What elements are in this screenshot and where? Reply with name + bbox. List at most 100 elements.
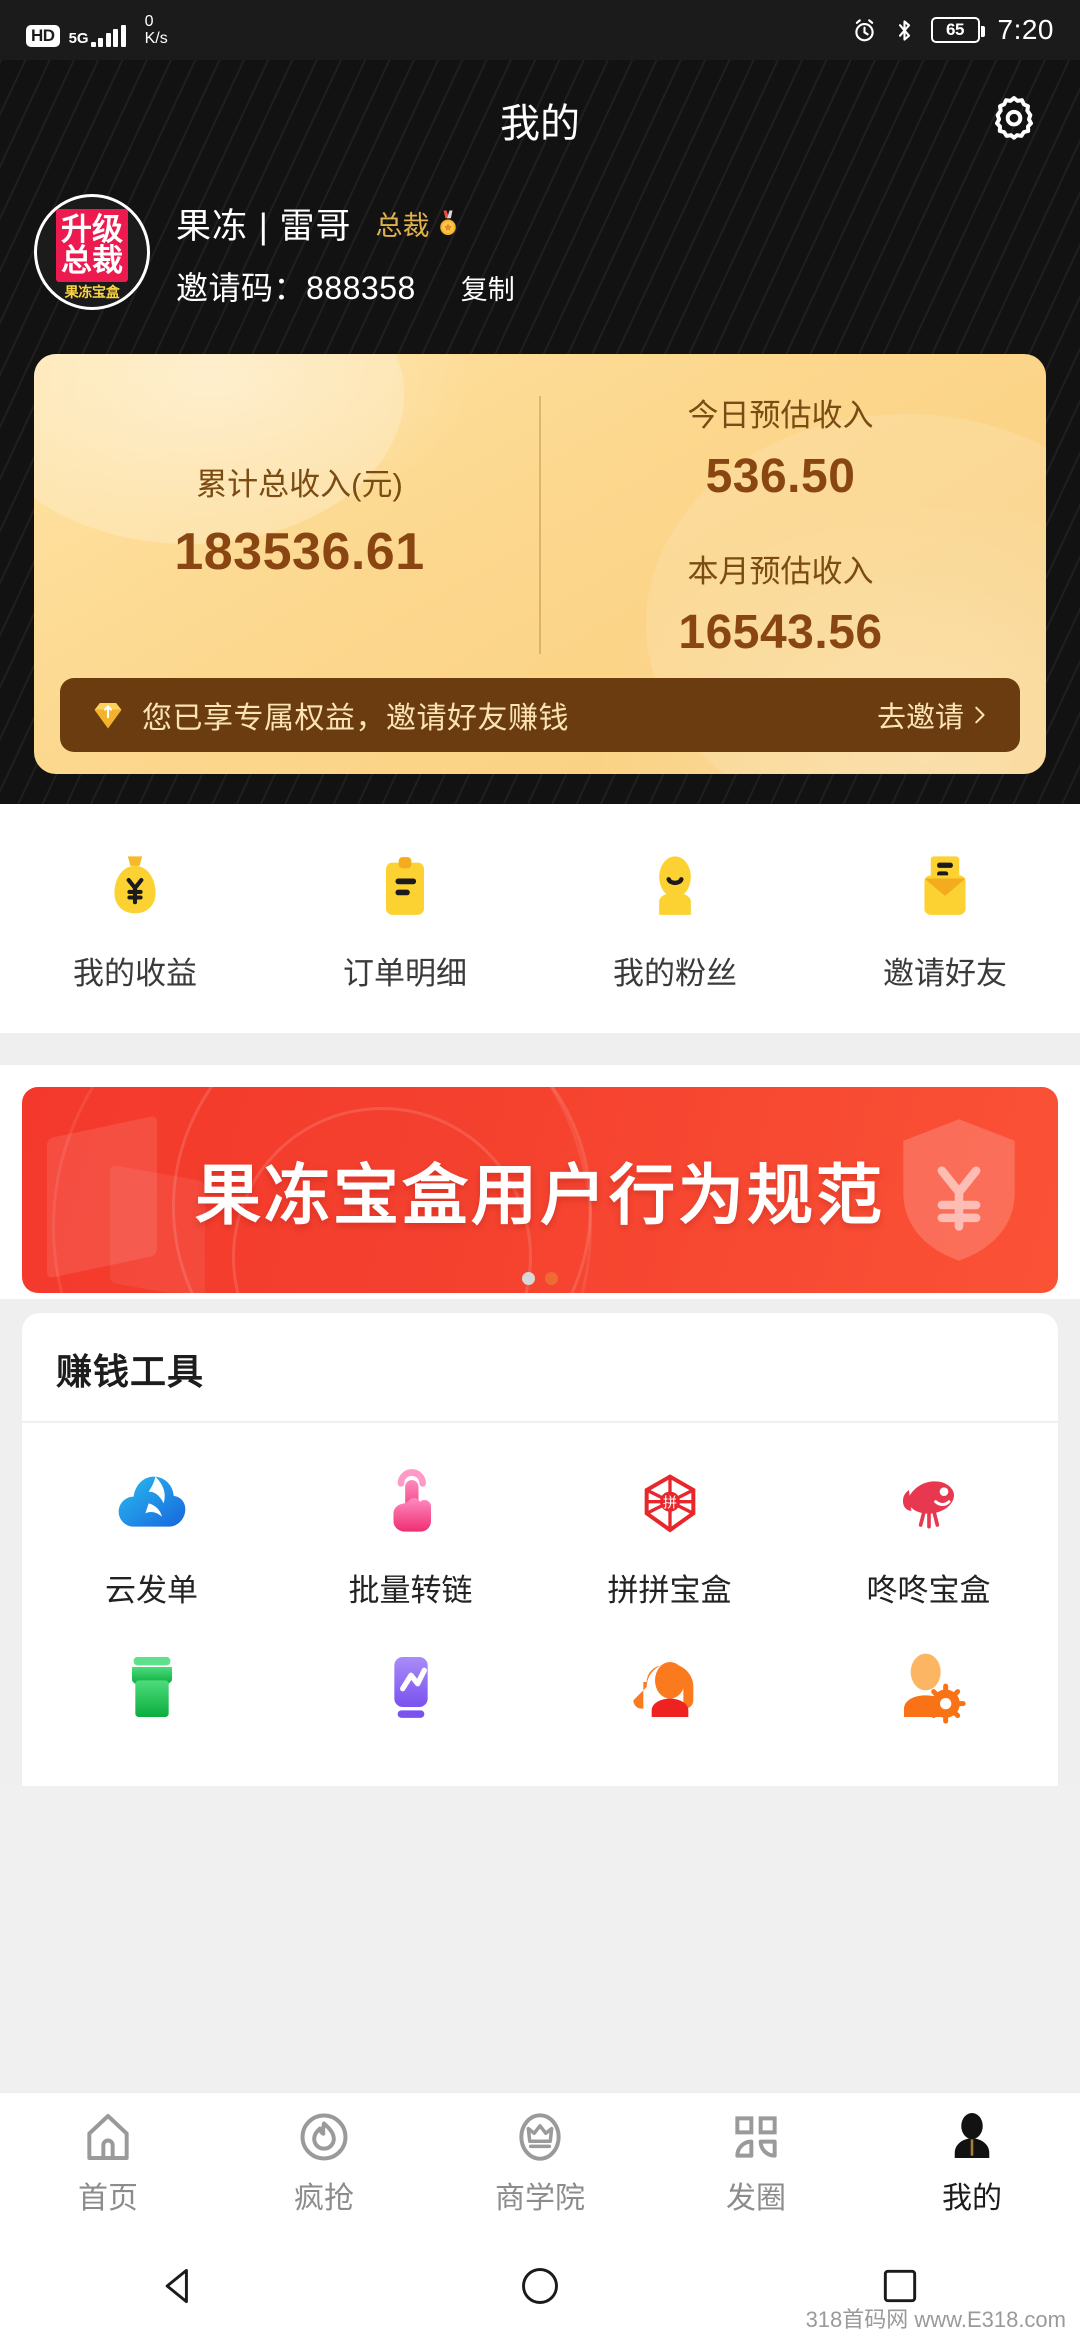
tab-academy[interactable]: 商学院: [432, 2109, 648, 2217]
tools-header: 赚钱工具: [22, 1313, 1058, 1423]
invite-code-label: 邀请码：: [176, 270, 306, 306]
tool-item-dongdong[interactable]: 咚咚宝盒: [799, 1457, 1058, 1610]
fish-icon: [886, 1457, 972, 1543]
bottom-tab-bar: 首页 疯抢 商学院 发圈 我的: [0, 2092, 1080, 2232]
invite-banner-text: 您已享专属权益，邀请好友赚钱: [142, 693, 861, 737]
quick-action-label: 邀请好友: [883, 948, 1007, 993]
tools-section-outer: 赚钱工具 云发单: [0, 1299, 1080, 1786]
quick-action-label: 我的粉丝: [613, 948, 737, 993]
invite-banner[interactable]: 您已享专属权益，邀请好友赚钱 去邀请: [60, 678, 1020, 752]
month-income-label: 本月预估收入: [688, 546, 874, 591]
person-icon: [637, 850, 713, 926]
today-income-value: 536.50: [706, 449, 856, 504]
status-bar-clock: 7:20: [998, 14, 1055, 46]
tool-item-label: 咚咚宝盒: [867, 1565, 991, 1610]
income-card: 累计总收入(元) 183536.61 今日预估收入 536.50 本月预估收入 …: [34, 354, 1046, 774]
income-card-grid: 累计总收入(元) 183536.61 今日预估收入 536.50 本月预估收入 …: [60, 382, 1020, 668]
tab-label: 疯抢: [294, 2173, 354, 2217]
rank-badge: 总裁: [376, 204, 463, 243]
tab-label: 我的: [942, 2173, 1002, 2217]
promo-banner[interactable]: 果冻宝盒用户行为规范: [22, 1087, 1058, 1293]
battery-level: 65: [946, 20, 964, 40]
tool-item-chart[interactable]: [281, 1644, 540, 1752]
profile-row: 升级 总裁 果冻宝盒 果冻 | 雷哥 总裁: [0, 180, 1080, 310]
nav-bar: 我的: [0, 60, 1080, 180]
invite-banner-cta[interactable]: 去邀请: [877, 694, 990, 736]
promo-banner-title: 果冻宝盒用户行为规范: [195, 1142, 885, 1238]
estimated-income-block[interactable]: 今日预估收入 536.50 本月预估收入 16543.56: [541, 382, 1020, 668]
quick-action-my-fans[interactable]: 我的粉丝: [540, 850, 810, 993]
network-speed-unit: K/s: [145, 30, 168, 47]
avatar-inner: 升级 总裁 果冻宝盒: [37, 197, 147, 307]
chevron-right-icon: [968, 704, 990, 726]
avatar-badge-line1: 升级: [61, 214, 123, 245]
network-type-label: 5G: [69, 31, 89, 46]
carousel-dot-active[interactable]: [545, 1272, 558, 1285]
signal-indicator: 5G: [69, 25, 126, 47]
tool-item-pinpin[interactable]: 拼 拼拼宝盒: [540, 1457, 799, 1610]
total-income-label: 累计总收入(元): [196, 459, 403, 504]
tab-label: 发圈: [726, 2173, 786, 2217]
avatar-badge-line2: 总裁: [61, 245, 123, 276]
shield-yen-icon: [894, 1115, 1024, 1265]
battery-icon: 65: [931, 17, 980, 43]
profile-info: 果冻 | 雷哥 总裁 邀请码：888358 复制: [176, 196, 515, 309]
income-card-wrap: 累计总收入(元) 183536.61 今日预估收入 536.50 本月预估收入 …: [0, 310, 1080, 774]
quick-action-order-details[interactable]: 订单明细: [270, 850, 540, 993]
avatar-brand-label: 果冻宝盒: [65, 285, 120, 299]
home-circle-icon[interactable]: [518, 2264, 562, 2308]
clipboard-icon: [367, 850, 443, 926]
invite-code: 邀请码：888358: [176, 263, 416, 309]
quick-action-label: 我的收益: [73, 948, 197, 993]
tool-item-label: 云发单: [105, 1565, 198, 1610]
home-icon: [80, 2109, 136, 2165]
quick-action-my-earnings[interactable]: 我的收益: [0, 850, 270, 993]
tab-moments[interactable]: 发圈: [648, 2109, 864, 2217]
page-title: 我的: [500, 91, 580, 149]
envelope-icon: [907, 850, 983, 926]
svg-text:拼: 拼: [662, 1496, 676, 1512]
tab-mine[interactable]: 我的: [864, 2109, 1080, 2217]
network-speed-value: 0: [145, 13, 154, 30]
gem-icon: [90, 697, 126, 733]
avatar-upgrade-badge: 升级 总裁: [56, 209, 128, 282]
back-icon[interactable]: [158, 2264, 202, 2308]
chart-icon: [368, 1644, 454, 1730]
carousel-dot[interactable]: [522, 1272, 535, 1285]
gear-icon[interactable]: [986, 92, 1042, 148]
tap-finger-icon: [368, 1457, 454, 1543]
month-income-value: 16543.56: [678, 605, 882, 660]
user-settings-icon: [886, 1644, 972, 1730]
tool-item-cloud-order[interactable]: 云发单: [22, 1457, 281, 1610]
total-income-value: 183536.61: [174, 522, 424, 582]
status-bar: HD 5G 0 K/s 65 7:20: [0, 0, 1080, 60]
rank-label: 总裁: [376, 204, 430, 243]
invite-banner-cta-label: 去邀请: [877, 694, 964, 736]
flame-icon: [296, 2109, 352, 2165]
tab-home[interactable]: 首页: [0, 2109, 216, 2217]
quick-action-invite-friends[interactable]: 邀请好友: [810, 850, 1080, 993]
quick-action-label: 订单明细: [343, 948, 467, 993]
tab-label: 首页: [78, 2173, 138, 2217]
signal-bars-icon: [91, 25, 126, 47]
profile-name-row: 果冻 | 雷哥 总裁: [176, 198, 515, 249]
tab-label: 商学院: [495, 2173, 585, 2217]
tool-item-shop[interactable]: [22, 1644, 281, 1752]
tool-item-batch-link[interactable]: 批量转链: [281, 1457, 540, 1610]
profile-hero: 我的 升级 总裁 果冻宝盒 果冻 | 雷哥 总裁: [0, 60, 1080, 804]
section-gap: [0, 1033, 1080, 1065]
copy-invite-code-button[interactable]: 复制: [461, 268, 515, 307]
total-income-block[interactable]: 累计总收入(元) 183536.61: [60, 382, 539, 668]
avatar[interactable]: 升级 总裁 果冻宝盒: [34, 194, 150, 310]
tools-card: 赚钱工具 云发单: [22, 1313, 1058, 1786]
tool-item-user-settings[interactable]: [799, 1644, 1058, 1752]
promo-banner-wrap: 果冻宝盒用户行为规范: [0, 1065, 1080, 1299]
status-bar-left: HD 5G 0 K/s: [26, 13, 168, 48]
hd-icon: HD: [26, 25, 60, 47]
tool-item-support[interactable]: [540, 1644, 799, 1752]
user-filled-icon: [944, 2109, 1000, 2165]
tab-flash-sale[interactable]: 疯抢: [216, 2109, 432, 2217]
shop-icon: [109, 1644, 195, 1730]
grid-leaf-icon: [728, 2109, 784, 2165]
carousel-dots: [22, 1272, 1058, 1285]
